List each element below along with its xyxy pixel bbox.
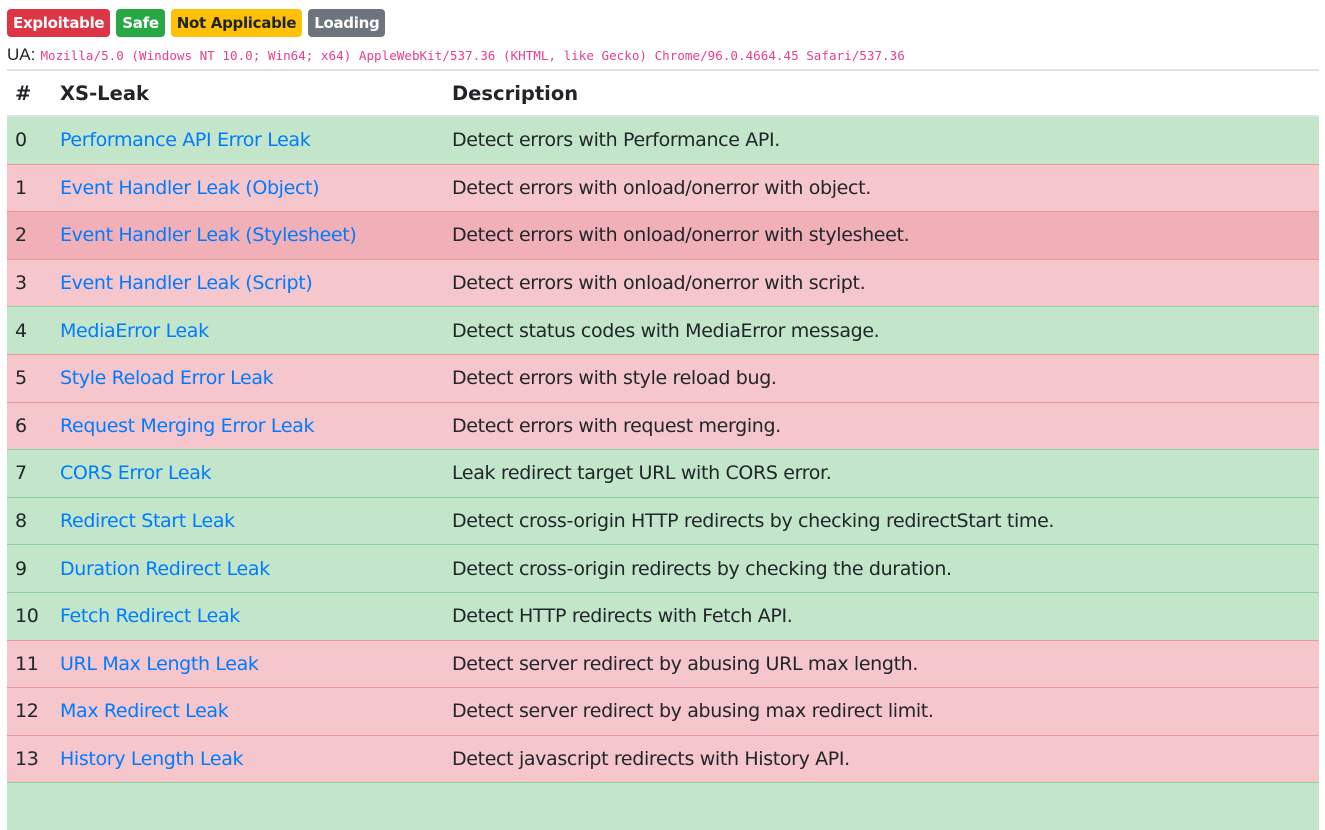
- row-leak-name-cell: Event Handler Leak (Stylesheet): [52, 211, 444, 260]
- row-leak-name-cell: URL Max Length Leak: [52, 639, 444, 688]
- row-leak-name-cell: CORS Error Leak: [52, 449, 444, 498]
- table-row: 9 Duration Redirect Leak Detect cross-orig…: [7, 544, 1319, 593]
- row-leak-name-cell: Duration Redirect Leak: [52, 544, 444, 593]
- row-leak-name-cell: [52, 782, 444, 830]
- xs-leak-link[interactable]: Max Redirect Leak: [60, 700, 229, 722]
- page: Exploitable Safe Not Applicable Loading …: [0, 0, 1325, 830]
- row-number: 5: [7, 353, 52, 403]
- xs-leak-link[interactable]: Request Merging Error Leak: [60, 415, 314, 437]
- xs-leak-link[interactable]: Event Handler Leak (Object): [60, 177, 320, 199]
- row-number: 10: [7, 591, 52, 641]
- row-leak-name-cell: History Length Leak: [52, 734, 444, 783]
- xs-leak-table: # XS-Leak Description 0 Performance API E…: [7, 69, 1319, 830]
- row-description: [444, 782, 1319, 830]
- badge-safe: Safe: [116, 9, 165, 37]
- xs-leak-link[interactable]: Duration Redirect Leak: [60, 558, 270, 580]
- row-description: Detect server redirect by abusing max re…: [444, 687, 1319, 736]
- row-number: 7: [7, 449, 52, 498]
- table-row: 10 Fetch Redirect Leak Detect HTTP redirec…: [7, 591, 1319, 641]
- xs-leak-link[interactable]: MediaError Leak: [60, 320, 209, 342]
- table-row: 0 Performance API Error Leak Detect errors…: [7, 115, 1319, 165]
- row-leak-name-cell: Performance API Error Leak: [52, 115, 444, 165]
- row-number: 3: [7, 258, 52, 307]
- row-description: Detect server redirect by abusing URL ma…: [444, 639, 1319, 688]
- row-number: 4: [7, 306, 52, 355]
- xs-leak-link[interactable]: Event Handler Leak (Stylesheet): [60, 224, 357, 246]
- row-description: Detect errors with onload/onerror with o…: [444, 163, 1319, 212]
- table-row: 12 Max Redirect Leak Detect server redirec…: [7, 687, 1319, 736]
- table-row: 1 Event Handler Leak (Object) Detect error…: [7, 163, 1319, 212]
- row-description: Detect errors with request merging.: [444, 401, 1319, 450]
- xs-leak-link[interactable]: Event Handler Leak (Script): [60, 272, 313, 294]
- row-description: Detect status codes with MediaError mess…: [444, 306, 1319, 355]
- row-leak-name-cell: Event Handler Leak (Script): [52, 258, 444, 307]
- table-header-row: # XS-Leak Description: [7, 69, 1319, 117]
- xs-leak-link[interactable]: Performance API Error Leak: [60, 129, 311, 151]
- row-leak-name-cell: Request Merging Error Leak: [52, 401, 444, 450]
- row-description: Detect cross-origin HTTP redirects by ch…: [444, 496, 1319, 545]
- row-number: 2: [7, 211, 52, 260]
- column-header-number: #: [7, 69, 52, 117]
- row-leak-name-cell: Style Reload Error Leak: [52, 353, 444, 403]
- user-agent-label: UA:: [7, 45, 36, 64]
- table-row: [7, 782, 1319, 830]
- row-number: 13: [7, 734, 52, 783]
- status-legend: Exploitable Safe Not Applicable Loading: [7, 8, 1319, 38]
- row-description: Detect errors with onload/onerror with s…: [444, 258, 1319, 307]
- table-row: 7 CORS Error Leak Leak redirect target URL…: [7, 449, 1319, 498]
- xs-leak-link[interactable]: URL Max Length Leak: [60, 653, 259, 675]
- table-row: 5 Style Reload Error Leak Detect errors wi…: [7, 353, 1319, 403]
- badge-not-applicable: Not Applicable: [170, 9, 303, 37]
- row-description: Detect errors with Performance API.: [444, 115, 1319, 165]
- row-leak-name-cell: Redirect Start Leak: [52, 496, 444, 545]
- xs-leak-link[interactable]: Fetch Redirect Leak: [60, 605, 240, 627]
- row-number: 9: [7, 544, 52, 593]
- badge-loading: Loading: [308, 9, 386, 37]
- table-row: 8 Redirect Start Leak Detect cross-origin …: [7, 496, 1319, 545]
- row-number: 0: [7, 115, 52, 165]
- xs-leak-link[interactable]: CORS Error Leak: [60, 462, 212, 484]
- row-description: Detect HTTP redirects with Fetch API.: [444, 591, 1319, 641]
- row-leak-name-cell: Max Redirect Leak: [52, 687, 444, 736]
- xs-leak-link[interactable]: Style Reload Error Leak: [60, 367, 274, 389]
- row-number: 12: [7, 687, 52, 736]
- row-description: Leak redirect target URL with CORS error…: [444, 449, 1319, 498]
- user-agent-value: Mozilla/5.0 (Windows NT 10.0; Win64; x64…: [40, 48, 905, 63]
- column-header-description: Description: [444, 69, 1319, 117]
- row-number: 6: [7, 401, 52, 450]
- row-number: 8: [7, 496, 52, 545]
- table-row: 6 Request Merging Error Leak Detect errors…: [7, 401, 1319, 450]
- row-description: Detect errors with style reload bug.: [444, 353, 1319, 403]
- row-leak-name-cell: Fetch Redirect Leak: [52, 591, 444, 641]
- table-body: 0 Performance API Error Leak Detect errors…: [7, 115, 1319, 830]
- row-number: 1: [7, 163, 52, 212]
- row-leak-name-cell: MediaError Leak: [52, 306, 444, 355]
- column-header-xs-leak: XS-Leak: [52, 69, 444, 117]
- table-row: 4 MediaError Leak Detect status codes with…: [7, 306, 1319, 355]
- badge-exploitable: Exploitable: [7, 9, 111, 37]
- user-agent: UA: Mozilla/5.0 (Windows NT 10.0; Win64;…: [7, 44, 1319, 66]
- table-row: 2 Event Handler Leak (Stylesheet) Detect e…: [7, 211, 1319, 260]
- row-description: Detect cross-origin redirects by checkin…: [444, 544, 1319, 593]
- row-description: Detect javascript redirects with History…: [444, 734, 1319, 783]
- table-row: 13 History Length Leak Detect javascript r…: [7, 734, 1319, 783]
- xs-leak-link[interactable]: Redirect Start Leak: [60, 510, 235, 532]
- row-description: Detect errors with onload/onerror with s…: [444, 211, 1319, 260]
- xs-leak-link[interactable]: History Length Leak: [60, 748, 244, 770]
- table-row: 3 Event Handler Leak (Script) Detect error…: [7, 258, 1319, 307]
- row-leak-name-cell: Event Handler Leak (Object): [52, 163, 444, 212]
- table-row: 11 URL Max Length Leak Detect server redir…: [7, 639, 1319, 688]
- row-number: [7, 782, 52, 830]
- row-number: 11: [7, 639, 52, 688]
